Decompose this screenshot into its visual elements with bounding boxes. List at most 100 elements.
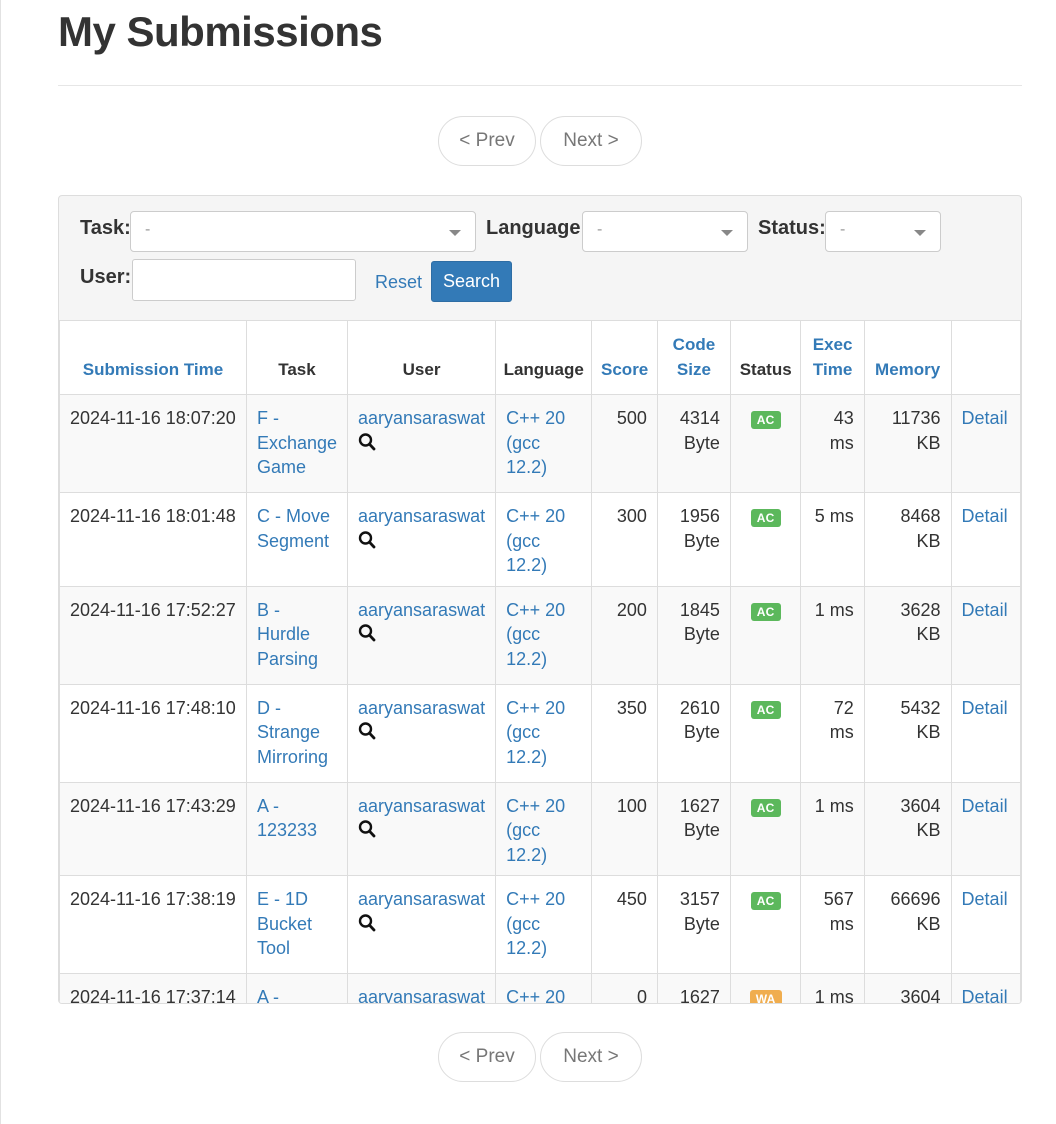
- memory-cell: 5432 KB: [863, 683, 952, 783]
- exec-line: 567: [823, 889, 854, 909]
- memory-cell: 11736 KB: [863, 394, 952, 493]
- task-link[interactable]: A -123233: [257, 987, 317, 1003]
- detail-link[interactable]: Detail: [962, 796, 1008, 816]
- exec-line: 43: [833, 408, 854, 428]
- memory-line: 66696: [890, 889, 941, 909]
- task-line: D -: [256, 697, 281, 718]
- user-link[interactable]: aaryansaraswat: [358, 600, 485, 620]
- task-link[interactable]: E - 1D Bucket Tool: [257, 889, 312, 958]
- detail-cell: Detail: [950, 492, 1021, 587]
- language-link[interactable]: C++ 20(gcc 12.2): [506, 506, 565, 575]
- exec-line: ms: [829, 432, 854, 453]
- user-input[interactable]: [132, 259, 356, 301]
- task-line: E - 1D: [256, 889, 308, 909]
- exec-time-cell: 1 ms: [800, 781, 865, 876]
- col-language: Language: [495, 320, 593, 395]
- user-link[interactable]: aaryansaraswat: [358, 796, 485, 816]
- col-exec-time[interactable]: Exec Time: [800, 320, 865, 395]
- col-exec-line2: Time: [812, 360, 853, 379]
- magnifier-icon[interactable]: [358, 623, 376, 643]
- prev-page-button[interactable]: < Prev: [438, 116, 536, 166]
- user-link[interactable]: aaryansaraswat: [358, 408, 485, 428]
- detail-link[interactable]: Detail: [962, 600, 1008, 620]
- status-select-value: -: [840, 221, 846, 238]
- size-line: 1627: [679, 795, 720, 816]
- status-badge: WA: [749, 990, 782, 1003]
- memory-line: KB: [916, 722, 941, 742]
- magnifier-icon[interactable]: [358, 819, 376, 839]
- lang-line: C++ 20: [506, 697, 566, 718]
- language-link[interactable]: C++ 20 (gcc 12.2): [506, 698, 565, 767]
- task-link[interactable]: D - Strange Mirroring: [257, 698, 328, 767]
- memory-line: 3604: [900, 987, 941, 1004]
- memory-line: 8468: [900, 506, 941, 526]
- magnifier-icon[interactable]: [358, 721, 376, 741]
- lang-line: C++ 20: [506, 599, 566, 620]
- detail-link[interactable]: Detail: [962, 889, 1008, 909]
- score-cell: 0: [591, 973, 658, 1003]
- col-score[interactable]: Score: [591, 320, 658, 395]
- score-cell: 350: [591, 683, 658, 783]
- language-cell: C++ 20 (gcc 12.2): [495, 585, 593, 685]
- detail-link[interactable]: Detail: [962, 408, 1008, 428]
- lang-line: (gcc 12.2): [506, 432, 548, 478]
- memory-line: 5432: [900, 697, 941, 718]
- search-button[interactable]: Search: [431, 261, 512, 302]
- pager-top: < Prev Next >: [438, 116, 648, 166]
- col-code-size[interactable]: Code Size: [656, 320, 731, 395]
- task-line: Segment: [256, 530, 329, 551]
- col-submission-time[interactable]: Submission Time: [59, 320, 247, 395]
- task-filter-label: Task:: [80, 217, 131, 239]
- filter-form: Task: - Language: - Status: - User: Rese…: [59, 196, 1021, 321]
- col-memory[interactable]: Memory: [863, 320, 952, 395]
- code-size-cell: 4314 Byte: [656, 394, 731, 493]
- memory-line: 11736: [891, 408, 941, 428]
- task-link[interactable]: C - Move Segment: [257, 506, 330, 551]
- task-line: C - Move: [256, 506, 330, 526]
- code-size-cell: 3157 Byte: [656, 875, 731, 974]
- user-link[interactable]: aaryansaraswat: [358, 698, 485, 718]
- prev-page-button[interactable]: < Prev: [438, 1032, 536, 1082]
- submission-time-cell: 2024-11-16 17:43:29: [59, 781, 247, 876]
- next-page-button[interactable]: Next >: [540, 116, 642, 166]
- magnifier-icon[interactable]: [358, 530, 376, 550]
- detail-cell: Detail: [950, 781, 1021, 876]
- language-link[interactable]: C++ 20(gcc 12.2): [506, 408, 565, 477]
- magnifier-icon[interactable]: [358, 913, 376, 933]
- user-link[interactable]: aaryansaraswat: [358, 889, 485, 909]
- detail-link[interactable]: Detail: [962, 506, 1008, 526]
- user-cell: aaryansaraswat: [347, 683, 497, 783]
- language-link[interactable]: C++ 20(gcc 12.2): [506, 889, 565, 958]
- lang-line: (gcc 12.2): [506, 722, 548, 767]
- memory-cell: 3628 KB: [863, 585, 952, 685]
- title-divider: [58, 85, 1022, 86]
- user-cell: aaryansaraswat: [347, 492, 497, 587]
- user-filter-label: User:: [80, 266, 132, 288]
- lang-line: C++ 20: [506, 795, 566, 816]
- submissions-panel: Task: - Language: - Status: - User: Rese…: [58, 195, 1022, 1004]
- task-link[interactable]: A -123233: [257, 796, 317, 841]
- reset-link[interactable]: Reset: [375, 272, 422, 293]
- page-title: My Submissions: [58, 8, 383, 55]
- detail-link[interactable]: Detail: [962, 698, 1008, 718]
- exec-time-cell: 1 ms: [800, 585, 865, 685]
- table-header-row: Submission Time Task User Language Score…: [59, 320, 1021, 395]
- user-link[interactable]: aaryansaraswat: [358, 987, 485, 1003]
- task-link[interactable]: F - Exchange Game: [257, 408, 337, 477]
- detail-link[interactable]: Detail: [962, 987, 1008, 1003]
- task-select[interactable]: -: [130, 211, 476, 252]
- next-page-button[interactable]: Next >: [540, 1032, 642, 1082]
- table-row: 2024-11-16 17:43:29 A - 123233 aaryansarasw…: [59, 781, 1021, 876]
- submission-time-cell: 2024-11-16 18:01:48: [59, 492, 247, 587]
- table-row: 2024-11-16 17:48:10 D - Strange Mirroring aa…: [59, 683, 1021, 783]
- language-link[interactable]: C++ 20(gcc 12.2): [506, 796, 565, 865]
- magnifier-icon[interactable]: [358, 432, 376, 452]
- language-select[interactable]: -: [582, 211, 748, 252]
- task-line: F -: [256, 408, 279, 428]
- detail-cell: Detail: [950, 683, 1021, 783]
- language-link[interactable]: C++ 20(gcc 12.2): [506, 987, 565, 1003]
- task-link[interactable]: B - Hurdle Parsing: [257, 600, 318, 669]
- user-link[interactable]: aaryansaraswat: [358, 506, 485, 526]
- status-select[interactable]: -: [825, 211, 941, 252]
- language-link[interactable]: C++ 20(gcc 12.2): [506, 600, 565, 669]
